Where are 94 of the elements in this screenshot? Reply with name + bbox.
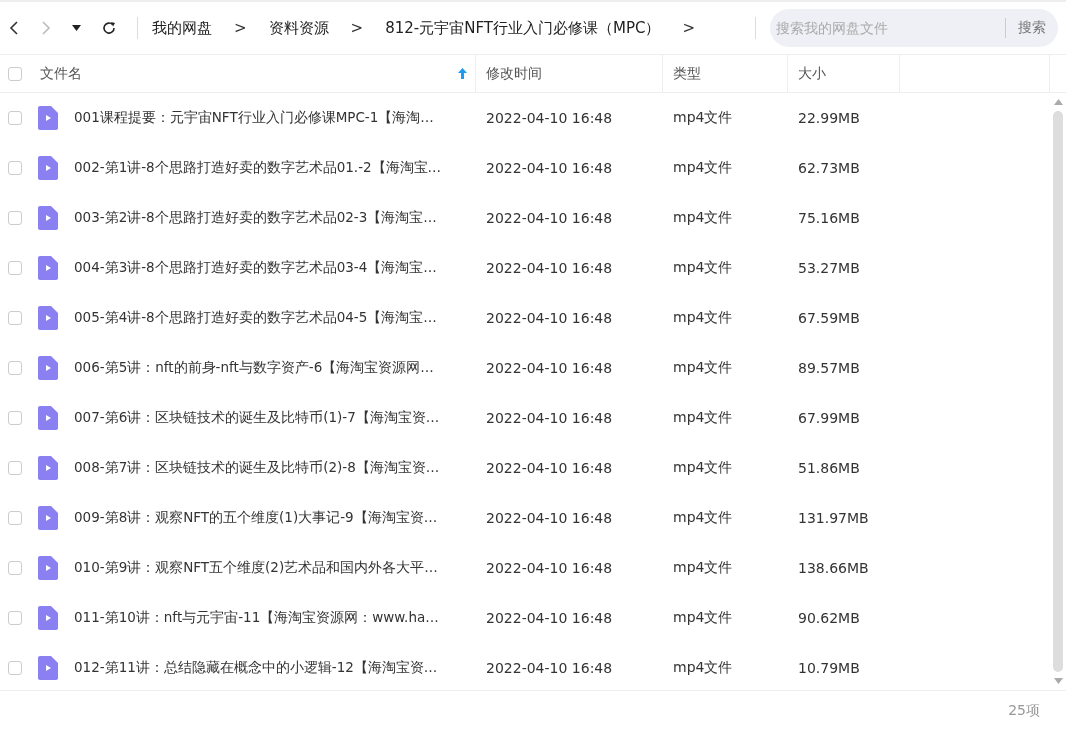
- file-name[interactable]: 008-第7讲：区块链技术的诞生及比特币(2)-8【海淘宝资…: [74, 459, 440, 477]
- file-name[interactable]: 009-第8讲：观察NFT的五个维度(1)大事记-9【海淘宝资…: [74, 509, 438, 527]
- breadcrumb-item[interactable]: 资料资源: [268, 18, 329, 38]
- select-all-checkbox[interactable]: [8, 66, 22, 81]
- video-file-icon: [38, 156, 58, 180]
- file-type: mp4文件: [673, 459, 733, 475]
- column-header[interactable]: 大小: [788, 55, 900, 92]
- file-type: mp4文件: [673, 259, 733, 275]
- file-name[interactable]: 004-第3讲-8个思路打造好卖的数字艺术品03-4【海淘宝…: [74, 259, 437, 277]
- row-checkbox[interactable]: [8, 261, 22, 275]
- file-size: 138.66MB: [798, 560, 869, 576]
- modified-time: 2022-04-10 16:48: [486, 610, 613, 626]
- row-checkbox[interactable]: [8, 211, 22, 225]
- file-size: 90.62MB: [798, 610, 860, 626]
- file-type: mp4文件: [673, 509, 733, 525]
- modified-time: 2022-04-10 16:48: [486, 410, 613, 426]
- scroll-up-arrow-icon[interactable]: [1053, 99, 1063, 105]
- file-size: 75.16MB: [798, 210, 860, 226]
- scrollbar-thumb[interactable]: [1053, 111, 1063, 672]
- column-header[interactable]: 文件名: [30, 55, 476, 92]
- modified-time: 2022-04-10 16:48: [486, 160, 613, 176]
- video-file-icon: [38, 256, 58, 280]
- file-type: mp4文件: [673, 159, 733, 175]
- file-type: mp4文件: [673, 559, 733, 575]
- file-name[interactable]: 007-第6讲：区块链技术的诞生及比特币(1)-7【海淘宝资…: [74, 409, 440, 427]
- modified-time: 2022-04-10 16:48: [486, 560, 613, 576]
- row-checkbox[interactable]: [8, 411, 22, 425]
- modified-time: 2022-04-10 16:48: [486, 310, 613, 326]
- row-checkbox[interactable]: [8, 561, 22, 575]
- modified-time: 2022-04-10 16:48: [486, 360, 613, 376]
- video-file-icon: [38, 306, 58, 330]
- file-size: 89.57MB: [798, 360, 860, 376]
- row-checkbox[interactable]: [8, 361, 22, 375]
- search-field[interactable]: 搜索我的网盘文件 搜索: [770, 9, 1058, 47]
- video-file-icon: [38, 206, 58, 230]
- row-checkbox[interactable]: [8, 661, 22, 675]
- refresh-icon[interactable]: [101, 20, 117, 36]
- search-button[interactable]: 搜索: [1006, 19, 1058, 37]
- row-checkbox[interactable]: [8, 461, 22, 475]
- item-count: 25项: [1008, 702, 1040, 720]
- file-size: 67.99MB: [798, 410, 860, 426]
- forward-icon[interactable]: [40, 20, 52, 36]
- breadcrumb-item[interactable]: 我的网盘: [152, 18, 212, 38]
- video-file-icon: [38, 106, 58, 130]
- file-type: mp4文件: [673, 409, 733, 425]
- file-name[interactable]: 006-第5讲：nft的前身-nft与数字资产-6【海淘宝资源网…: [74, 359, 434, 377]
- row-checkbox[interactable]: [8, 511, 22, 525]
- file-size: 22.99MB: [798, 110, 860, 126]
- back-icon[interactable]: [8, 20, 20, 36]
- file-name[interactable]: 003-第2讲-8个思路打造好卖的数字艺术品02-3【海淘宝…: [74, 209, 437, 227]
- row-checkbox[interactable]: [8, 111, 22, 125]
- column-header[interactable]: 修改时间: [476, 55, 663, 92]
- video-file-icon: [38, 456, 58, 480]
- breadcrumb-separator: >: [234, 19, 247, 37]
- file-name[interactable]: 005-第4讲-8个思路打造好卖的数字艺术品04-5【海淘宝…: [74, 309, 437, 327]
- modified-time: 2022-04-10 16:48: [486, 660, 613, 676]
- video-file-icon: [38, 556, 58, 580]
- modified-time: 2022-04-10 16:48: [486, 510, 613, 526]
- file-type: mp4文件: [673, 659, 733, 675]
- file-name[interactable]: 002-第1讲-8个思路打造好卖的数字艺术品01.-2【海淘宝…: [74, 159, 442, 177]
- modified-time: 2022-04-10 16:48: [486, 460, 613, 476]
- sort-arrow-icon: [458, 68, 467, 79]
- file-name[interactable]: 011-第10讲：nft与元宇宙-11【海淘宝资源网：www.ha…: [74, 609, 439, 627]
- column-header[interactable]: 类型: [663, 55, 788, 92]
- row-checkbox[interactable]: [8, 611, 22, 625]
- file-name[interactable]: 010-第9讲：观察NFT五个维度(2)艺术品和国内外各大平…: [74, 559, 438, 577]
- row-checkbox[interactable]: [8, 311, 22, 325]
- scroll-down-arrow-icon[interactable]: [1053, 678, 1063, 684]
- modified-time: 2022-04-10 16:48: [486, 110, 613, 126]
- file-size: 10.79MB: [798, 660, 860, 676]
- file-size: 51.86MB: [798, 460, 860, 476]
- breadcrumb-separator: >: [350, 19, 364, 37]
- file-type: mp4文件: [673, 309, 733, 325]
- modified-time: 2022-04-10 16:48: [486, 260, 613, 276]
- file-size: 67.59MB: [798, 310, 860, 326]
- row-checkbox[interactable]: [8, 161, 22, 175]
- video-file-icon: [38, 356, 58, 380]
- file-size: 131.97MB: [798, 510, 869, 526]
- breadcrumb-item[interactable]: 812-元宇宙NFT行业入门必修课（MPC）: [385, 18, 661, 38]
- dropdown-caret-icon[interactable]: [72, 25, 81, 31]
- video-file-icon: [38, 606, 58, 630]
- file-size: 53.27MB: [798, 260, 860, 276]
- file-type: mp4文件: [673, 359, 733, 375]
- breadcrumb-separator: >: [682, 19, 695, 37]
- video-file-icon: [38, 506, 58, 530]
- video-file-icon: [38, 656, 58, 680]
- file-type: mp4文件: [673, 109, 733, 125]
- file-name[interactable]: 001课程提要：元宇宙NFT行业入门必修课MPC-1【海淘…: [74, 109, 434, 127]
- modified-time: 2022-04-10 16:48: [486, 210, 613, 226]
- file-name[interactable]: 012-第11讲：总结隐藏在概念中的小逻辑-12【海淘宝资…: [74, 659, 438, 677]
- file-size: 62.73MB: [798, 160, 860, 176]
- video-file-icon: [38, 406, 58, 430]
- file-type: mp4文件: [673, 209, 733, 225]
- file-type: mp4文件: [673, 609, 733, 625]
